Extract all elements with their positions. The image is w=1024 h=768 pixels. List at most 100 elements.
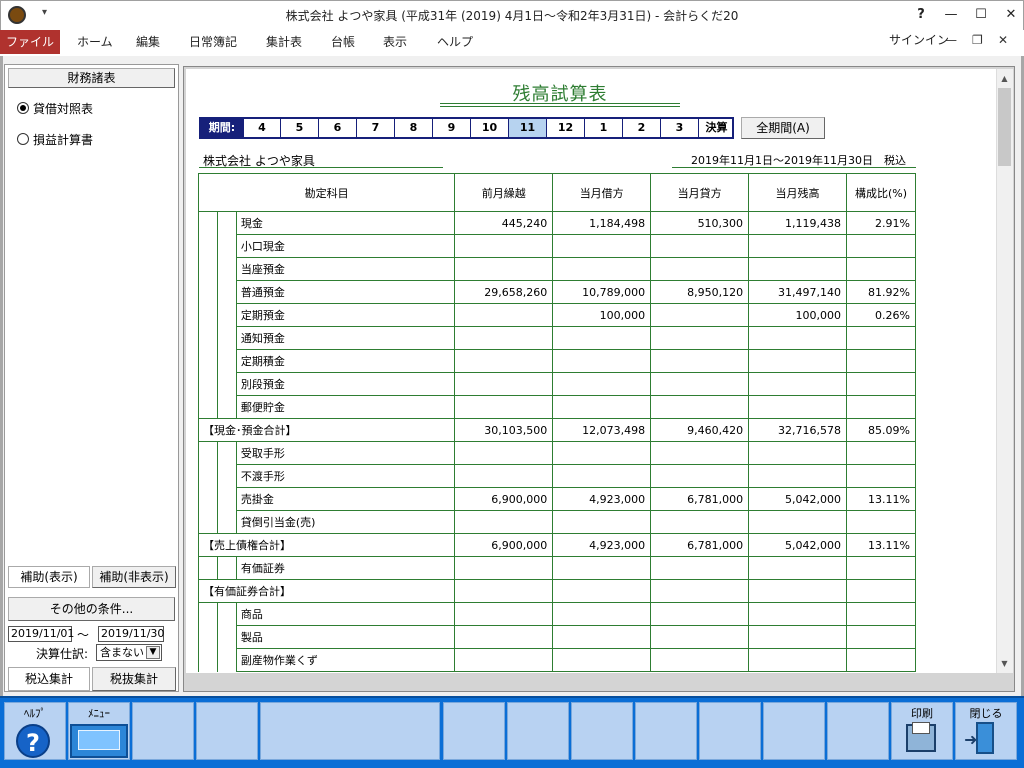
cell-ratio: [845, 326, 917, 350]
cell-balance: [748, 257, 847, 281]
tab-sub-hide[interactable]: 補助(非表示): [92, 566, 176, 588]
table-row[interactable]: 売掛金 6,900,000 4,923,000 6,781,000 5,042,000 1…: [198, 487, 917, 511]
table-row[interactable]: 製品: [198, 625, 917, 649]
child-restore-button[interactable]: ❐: [972, 33, 983, 47]
menu-daily-bookkeeping[interactable]: 日常簿記: [189, 30, 237, 54]
cell-prev: [454, 510, 554, 534]
indent-cell: [198, 211, 218, 235]
signin-link[interactable]: サインイン: [889, 30, 949, 54]
scroll-down-icon[interactable]: ▼: [996, 655, 1013, 672]
period-6[interactable]: 6: [318, 119, 356, 137]
cell-credit: [650, 395, 750, 419]
table-row[interactable]: 通知預金: [198, 326, 917, 350]
fkey-empty[interactable]: [260, 702, 440, 760]
table-row[interactable]: 現金 445,240 1,184,498 510,300 1,119,438 2.91%: [198, 211, 917, 235]
scroll-up-icon[interactable]: ▲: [996, 70, 1013, 87]
exit-door-icon[interactable]: [976, 722, 994, 754]
period-3[interactable]: 3: [660, 119, 698, 137]
table-row[interactable]: 副産物作業くず: [198, 648, 917, 672]
table-row[interactable]: 有価証券: [198, 556, 917, 580]
child-minimize-button[interactable]: —: [945, 33, 957, 47]
other-conditions-button[interactable]: その他の条件...: [8, 597, 175, 621]
chevron-down-icon[interactable]: ▼: [146, 646, 160, 659]
table-row[interactable]: 貸倒引当金(売): [198, 510, 917, 534]
date-to-input[interactable]: 2019/11/30: [98, 626, 164, 642]
period-12[interactable]: 12: [546, 119, 584, 137]
cell-credit: 6,781,000: [650, 487, 750, 511]
fkey-empty[interactable]: [763, 702, 825, 760]
cell-ratio: 85.09%: [845, 418, 917, 442]
indent-cell: [198, 280, 218, 304]
table-row[interactable]: 【売上債権合計】 6,900,000 4,923,000 6,781,000 5,042…: [197, 533, 917, 557]
tax-exclusive-tab[interactable]: 税抜集計: [92, 667, 176, 691]
period-1[interactable]: 1: [584, 119, 622, 137]
period-closing[interactable]: 決算: [698, 119, 734, 137]
menu-summary[interactable]: 集計表: [266, 30, 302, 54]
header-account: 勘定科目: [197, 173, 456, 212]
fkey-empty[interactable]: [507, 702, 569, 760]
table-row[interactable]: 郵便貯金: [198, 395, 917, 419]
indent-cell: [198, 395, 218, 419]
menu-edit[interactable]: 編集: [136, 30, 160, 54]
help-question-icon[interactable]: ?: [906, 4, 936, 26]
cell-prev: 30,103,500: [454, 418, 554, 442]
period-8[interactable]: 8: [394, 119, 432, 137]
period-10[interactable]: 10: [470, 119, 508, 137]
period-9[interactable]: 9: [432, 119, 470, 137]
period-2[interactable]: 2: [622, 119, 660, 137]
menu-help[interactable]: ヘルプ: [437, 30, 473, 54]
close-window-button[interactable]: ✕: [996, 4, 1024, 26]
table-row[interactable]: 当座預金: [198, 257, 917, 281]
cell-debit: [552, 625, 652, 649]
financial-statements-button[interactable]: 財務諸表: [8, 68, 175, 88]
table-row[interactable]: 別段預金: [198, 372, 917, 396]
menu-ledger[interactable]: 台帳: [331, 30, 355, 54]
period-7[interactable]: 7: [356, 119, 394, 137]
fkey-empty[interactable]: [699, 702, 761, 760]
account-total-name: 【有価証券合計】: [197, 579, 456, 603]
fkey-empty[interactable]: [132, 702, 194, 760]
period-5[interactable]: 5: [280, 119, 318, 137]
cell-debit: [552, 395, 652, 419]
fkey-empty[interactable]: [635, 702, 697, 760]
cell-balance: 5,042,000: [748, 533, 847, 557]
maximize-button[interactable]: ☐: [966, 4, 996, 26]
all-periods-button[interactable]: 全期間(A): [741, 117, 825, 139]
cell-debit: [552, 441, 652, 465]
radio-balance-sheet-label[interactable]: 貸借対照表: [33, 100, 93, 117]
period-11[interactable]: 11: [508, 119, 546, 137]
table-row[interactable]: 受取手形: [198, 441, 917, 465]
radio-balance-sheet[interactable]: [17, 102, 29, 114]
table-row[interactable]: 不渡手形: [198, 464, 917, 488]
table-row[interactable]: 【現金･預金合計】 30,103,500 12,073,498 9,460,420 32…: [197, 418, 917, 442]
question-circle-icon[interactable]: ?: [16, 724, 50, 758]
radio-income-statement[interactable]: [17, 133, 29, 145]
cell-credit: [650, 234, 750, 258]
period-4[interactable]: 4: [243, 119, 280, 137]
fkey-empty[interactable]: [196, 702, 258, 760]
cell-balance: 1,119,438: [748, 211, 847, 235]
cell-credit: [650, 303, 750, 327]
scrollbar-thumb[interactable]: [998, 88, 1011, 166]
fkey-empty[interactable]: [827, 702, 889, 760]
child-close-button[interactable]: ✕: [998, 33, 1008, 47]
menu-file[interactable]: ファイル: [0, 30, 60, 54]
radio-income-statement-label[interactable]: 損益計算書: [33, 131, 93, 148]
table-row[interactable]: 定期積金: [198, 349, 917, 373]
tax-inclusive-tab[interactable]: 税込集計: [8, 667, 90, 691]
minimize-button[interactable]: —: [936, 4, 966, 26]
table-row[interactable]: 小口現金: [198, 234, 917, 258]
account-name: 別段預金: [235, 372, 456, 396]
tab-sub-show[interactable]: 補助(表示): [8, 566, 90, 588]
date-from-input[interactable]: 2019/11/01: [8, 626, 74, 642]
table-row[interactable]: 【有価証券合計】: [197, 579, 917, 603]
table-row[interactable]: 商品: [198, 602, 917, 626]
menu-view[interactable]: 表示: [383, 30, 407, 54]
fkey-empty[interactable]: [571, 702, 633, 760]
fkey-empty[interactable]: [443, 702, 505, 760]
menu-home[interactable]: ホーム: [77, 30, 113, 54]
table-row[interactable]: 普通預金 29,658,260 10,789,000 8,950,120 31,497,…: [198, 280, 917, 304]
cell-prev: [454, 464, 554, 488]
indent-cell: [198, 257, 218, 281]
table-row[interactable]: 定期預金 100,000 100,000 0.26%: [198, 303, 917, 327]
